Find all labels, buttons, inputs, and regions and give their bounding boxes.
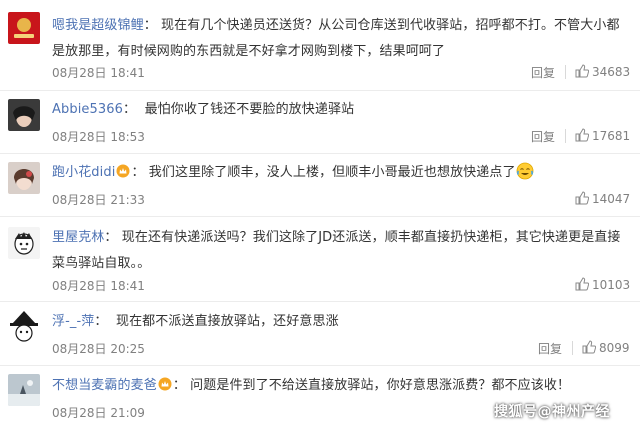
- separator: ：: [143, 18, 157, 33]
- thumbs-up-icon: [575, 191, 589, 205]
- thumbs-up-icon: [582, 340, 596, 354]
- comment-text: 现在都不派送直接放驿站，还好意思涨: [115, 314, 339, 329]
- username-link[interactable]: Abbie5366: [52, 102, 123, 117]
- separator: ：: [94, 314, 108, 329]
- like-button[interactable]: 8099: [582, 340, 630, 355]
- like-button[interactable]: 17681: [575, 128, 630, 143]
- divider: [572, 341, 573, 355]
- avatar[interactable]: [8, 99, 40, 131]
- avatar-image: [8, 374, 40, 406]
- divider: [565, 129, 566, 143]
- avatar-image: [8, 310, 40, 342]
- separator: ：: [172, 378, 186, 393]
- thumbs-up-icon: [575, 277, 589, 291]
- comment-item: Abbie5366： 最怕你收了钱还不要脸的放快递驿站 08月28日 18:53…: [0, 91, 640, 154]
- crown-icon: [116, 164, 130, 178]
- reply-button[interactable]: 回复: [531, 64, 555, 81]
- crown-icon: [158, 377, 172, 391]
- avatar-image: [8, 99, 40, 131]
- comment-text-block: 嗯我是超级锦鲤： 现在有几个快递员还送货？从公司仓库送到代收驿站，招呼都不打。不…: [52, 13, 630, 65]
- comment-item: 跑小花didi ： 我们这里除了顺丰，没人上楼，但顺丰小哥最近也想放快递点了 08…: [0, 154, 640, 217]
- comment-text: 问题是件到了不给送直接放驿站，你好意思涨派费？都不应该收！: [190, 378, 571, 393]
- username-link[interactable]: 跑小花didi: [52, 165, 115, 180]
- divider: [565, 65, 566, 79]
- like-count: 8099: [599, 341, 630, 355]
- timestamp: 08月28日 20:25: [52, 342, 145, 356]
- avatar[interactable]: [8, 12, 40, 44]
- timestamp: 08月28日 18:41: [52, 279, 145, 293]
- comment-text-block: 跑小花didi ： 我们这里除了顺丰，没人上楼，但顺丰小哥最近也想放快递点了: [52, 160, 630, 186]
- like-count: 14047: [592, 192, 631, 206]
- comment-item: 嗯我是超级锦鲤： 现在有几个快递员还送货？从公司仓库送到代收驿站，招呼都不打。不…: [0, 0, 640, 91]
- comment-item: 里屋克林： 现在还有快递派送吗？我们这除了JD还派送，顺丰都直接扔快递柜，其它快…: [0, 217, 640, 302]
- separator: ：: [131, 165, 145, 180]
- avatar-image: [8, 227, 40, 259]
- avatar[interactable]: [8, 162, 40, 194]
- username-link[interactable]: 不想当麦霸的麦爸: [52, 378, 157, 393]
- comment-text: 现在还有快递派送吗？我们这除了JD还派送，顺丰都直接扔快递柜，其它快递更是直接菜…: [52, 230, 621, 271]
- like-button[interactable]: 34683: [575, 64, 630, 79]
- separator: ：: [104, 230, 118, 245]
- thumbs-up-icon: [575, 128, 589, 142]
- avatar[interactable]: [8, 227, 40, 259]
- comment-text-block: 不想当麦霸的麦爸 ： 问题是件到了不给送直接放驿站，你好意思涨派费？都不应该收！: [52, 373, 630, 399]
- separator: ：: [123, 102, 137, 117]
- username-link[interactable]: 嗯我是超级锦鲤: [52, 18, 144, 33]
- comment-item: 浮-_-萍： 现在都不派送直接放驿站，还好意思涨 08月28日 20:25 回复…: [0, 302, 640, 366]
- comment-text: 最怕你收了钱还不要脸的放快递驿站: [144, 102, 355, 117]
- like-count: 17681: [592, 129, 631, 143]
- watermark: 搜狐号@神州产经: [494, 404, 610, 420]
- timestamp: 08月28日 21:33: [52, 193, 145, 207]
- avatar[interactable]: [8, 374, 40, 406]
- comment-text-block: Abbie5366： 最怕你收了钱还不要脸的放快递驿站: [52, 97, 630, 123]
- timestamp: 08月28日 21:09: [52, 406, 145, 420]
- thumbs-up-icon: [575, 64, 589, 78]
- reply-button[interactable]: 回复: [531, 128, 555, 145]
- like-button[interactable]: 10103: [575, 277, 630, 292]
- avatar[interactable]: [8, 310, 40, 342]
- timestamp: 08月28日 18:53: [52, 130, 145, 144]
- avatar-image: [8, 12, 40, 44]
- like-count: 10103: [592, 278, 631, 292]
- comment-text-block: 浮-_-萍： 现在都不派送直接放驿站，还好意思涨: [52, 309, 630, 335]
- comment-text-block: 里屋克林： 现在还有快递派送吗？我们这除了JD还派送，顺丰都直接扔快递柜，其它快…: [52, 225, 630, 277]
- timestamp: 08月28日 18:41: [52, 66, 145, 80]
- like-button[interactable]: 14047: [575, 191, 630, 206]
- username-link[interactable]: 浮-_-萍: [52, 314, 94, 329]
- reply-button[interactable]: 回复: [538, 340, 562, 357]
- comment-text: 我们这里除了顺丰，没人上楼，但顺丰小哥最近也想放快递点了: [148, 165, 516, 180]
- username-link[interactable]: 里屋克林: [52, 230, 104, 245]
- avatar-image: [8, 162, 40, 194]
- crying-laughing-emoji-icon: [516, 162, 533, 180]
- like-count: 34683: [592, 65, 631, 79]
